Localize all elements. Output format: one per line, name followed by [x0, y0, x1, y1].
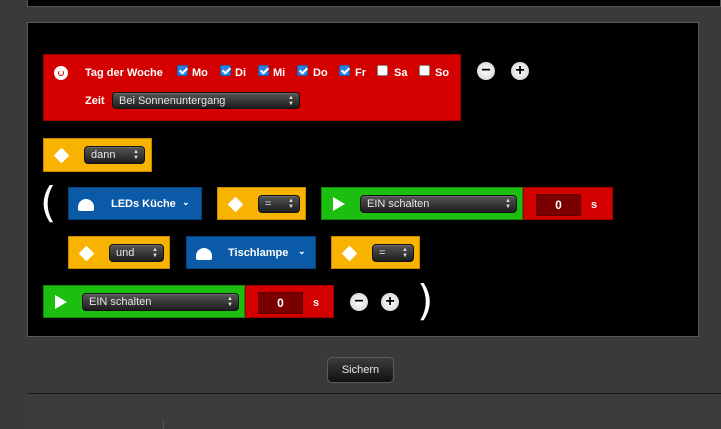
- select-arrows-icon: ▲ ▼: [133, 149, 139, 161]
- diamond-icon: [78, 245, 95, 262]
- select-arrows-icon: ▲ ▼: [505, 198, 511, 210]
- conjunction-select[interactable]: und ▲ ▼: [109, 244, 164, 262]
- weekday-label: Tag der Woche: [85, 67, 163, 79]
- device-select-leds-kueche[interactable]: LEDs Küche ⌄: [68, 187, 202, 220]
- remove-trigger-button[interactable]: −: [477, 62, 495, 80]
- action-value: EIN schalten: [89, 296, 152, 308]
- delay-unit: s: [591, 199, 598, 211]
- day-label-mi: Mi: [273, 67, 286, 79]
- time-select[interactable]: Bei Sonnenuntergang ▲ ▼: [112, 92, 300, 109]
- remove-action-button[interactable]: −: [350, 293, 368, 311]
- delay-block-1: 0 s: [523, 187, 613, 220]
- day-label-do: Do: [313, 67, 328, 79]
- action-value: EIN schalten: [367, 198, 430, 210]
- lamp-icon: [78, 199, 94, 211]
- select-arrows-icon: ▲ ▼: [152, 247, 158, 259]
- then-select-value: dann: [91, 149, 116, 161]
- open-paren: (: [40, 178, 57, 227]
- operator-block-2: = ▲ ▼: [331, 236, 420, 269]
- operator-value: =: [379, 247, 386, 259]
- day-checkbox-mi[interactable]: [258, 65, 269, 76]
- lamp-icon: [196, 248, 212, 260]
- chevron-down-icon: ⌄: [298, 246, 306, 256]
- action-block-1: EIN schalten ▲ ▼: [321, 187, 523, 220]
- divider: [163, 420, 164, 429]
- conjunction-value: und: [116, 247, 135, 259]
- diamond-icon: [227, 196, 244, 213]
- day-checkbox-so[interactable]: [419, 65, 430, 76]
- day-label-fr: Fr: [355, 67, 366, 79]
- trigger-block: Tag der Woche Mo Di Mi Do Fr Sa So Zeit …: [43, 54, 461, 121]
- diamond-icon: [341, 245, 358, 262]
- add-trigger-button[interactable]: +: [511, 62, 529, 80]
- conjunction-block: und ▲ ▼: [68, 236, 170, 269]
- delay-block-final: 0 s: [245, 285, 334, 318]
- select-arrows-icon: ▲ ▼: [288, 198, 294, 210]
- time-select-value: Bei Sonnenuntergang: [119, 95, 226, 107]
- bottom-bar: [27, 393, 721, 429]
- operator-select-1[interactable]: = ▲ ▼: [258, 195, 300, 213]
- day-checkbox-sa[interactable]: [377, 65, 388, 76]
- play-icon: [55, 295, 67, 309]
- timer-icon: [54, 66, 68, 80]
- chevron-down-icon: ⌄: [182, 197, 190, 207]
- then-select[interactable]: dann ▲ ▼: [84, 146, 145, 164]
- day-label-mo: Mo: [192, 67, 208, 79]
- play-icon: [333, 197, 345, 211]
- select-arrows-icon: ▲ ▼: [227, 296, 233, 308]
- device-label: LEDs Küche: [111, 198, 176, 210]
- device-select-tischlampe[interactable]: Tischlampe ⌄: [186, 236, 316, 269]
- save-button[interactable]: Sichern: [327, 357, 394, 383]
- then-block: dann ▲ ▼: [43, 138, 152, 172]
- top-panel: [27, 0, 721, 7]
- day-checkbox-mo[interactable]: [177, 65, 188, 76]
- time-label: Zeit: [85, 95, 105, 107]
- delay-unit: s: [313, 297, 320, 309]
- day-checkbox-di[interactable]: [220, 65, 231, 76]
- day-label-so: So: [435, 67, 450, 79]
- day-checkbox-do[interactable]: [297, 65, 308, 76]
- select-arrows-icon: ▲ ▼: [288, 95, 294, 107]
- select-arrows-icon: ▲ ▼: [402, 247, 408, 259]
- diamond-icon: [53, 147, 70, 164]
- action-select-final[interactable]: EIN schalten ▲ ▼: [82, 293, 239, 311]
- delay-input-final[interactable]: 0: [258, 292, 303, 314]
- add-action-button[interactable]: +: [381, 293, 399, 311]
- operator-select-2[interactable]: = ▲ ▼: [372, 244, 414, 262]
- device-label: Tischlampe: [228, 247, 289, 259]
- day-label-sa: Sa: [394, 67, 408, 79]
- day-checkbox-fr[interactable]: [339, 65, 350, 76]
- delay-input-1[interactable]: 0: [536, 194, 581, 216]
- operator-block-1: = ▲ ▼: [217, 187, 306, 220]
- day-label-di: Di: [235, 67, 246, 79]
- action-select-1[interactable]: EIN schalten ▲ ▼: [360, 195, 517, 213]
- operator-value: =: [265, 198, 272, 210]
- close-paren: ): [417, 276, 434, 325]
- action-block-final: EIN schalten ▲ ▼: [43, 285, 245, 318]
